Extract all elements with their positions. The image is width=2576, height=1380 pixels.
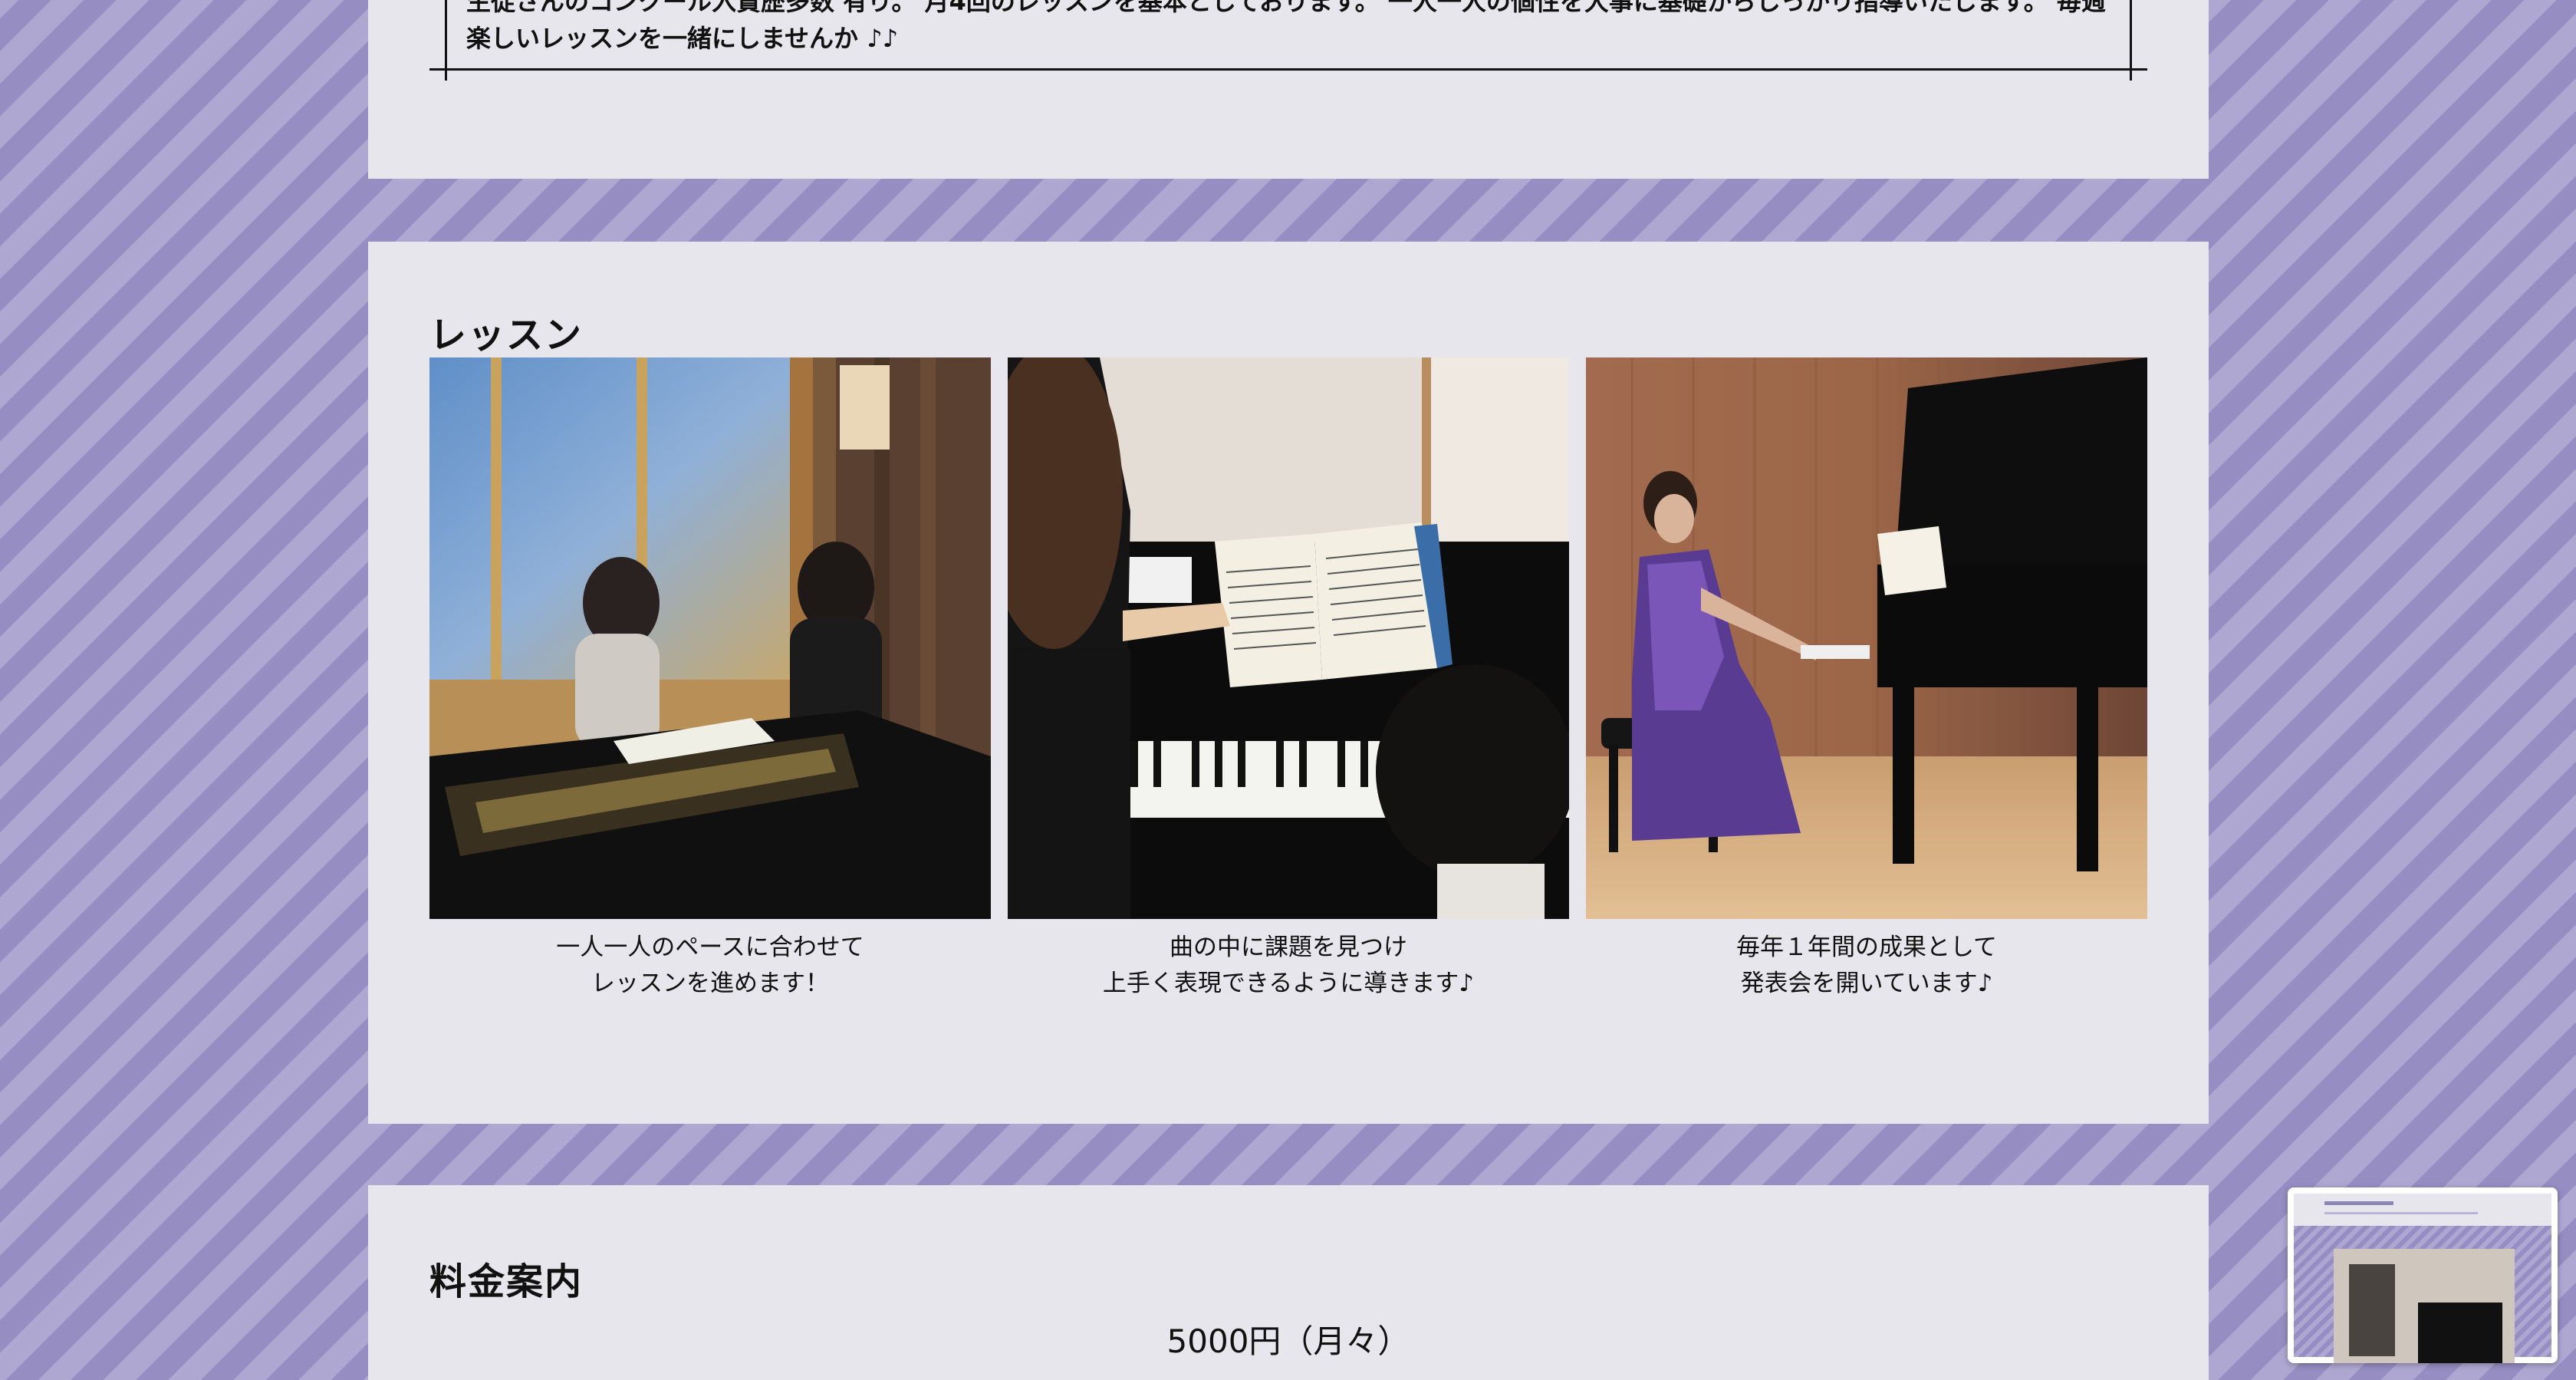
lesson-caption: 毎年１年間の成果として 発表会を開いています♪ [1586, 930, 2147, 1002]
intro-line-2: 楽しいレッスンを一緒にしませんか ♪♪ [466, 24, 899, 53]
caption-line-1: 曲の中に課題を見つけ [1170, 934, 1407, 961]
caption-line-1: 毎年１年間の成果として [1735, 934, 1998, 961]
price-section: 料金案内 5000円（月々） [368, 1185, 2209, 1380]
lesson-title: レッスン [429, 314, 584, 357]
intro-box-right-rule [2130, 0, 2132, 81]
thumbnail-figure [2349, 1264, 2395, 1356]
recital-photo [1586, 357, 2147, 919]
piano-lesson-photo [429, 357, 991, 919]
thumbnail-title-bar [2324, 1201, 2393, 1205]
lesson-card: 一人一人のペースに合わせて レッスンを進めます！ [429, 357, 991, 1002]
monthly-fee: 5000円（月々） [1166, 1322, 1410, 1360]
caption-line-2: レッスンを進めます！ [591, 970, 829, 997]
caption-line-2: 発表会を開いています♪ [1740, 970, 1993, 997]
lesson-card: 毎年１年間の成果として 発表会を開いています♪ [1586, 357, 2147, 1002]
intro-message: 生徒さんのコンクール入賞歴多数 有り。 月4回のレッスンを基本としております。 … [466, 0, 2115, 57]
caption-line-1: 一人一人のペースに合わせて [556, 934, 864, 961]
page-preview-thumbnail[interactable] [2288, 1187, 2558, 1363]
intro-box-left-rule [445, 0, 447, 81]
thumbnail-photo [2334, 1249, 2515, 1363]
thumbnail-content [2294, 1194, 2551, 1363]
lesson-caption: 曲の中に課題を見つけ 上手く表現できるように導きます♪ [1008, 930, 1569, 1002]
price-title: 料金案内 [429, 1260, 584, 1303]
thumbnail-nav-bar [2324, 1212, 2478, 1214]
lesson-caption: 一人一人のペースに合わせて レッスンを進めます！ [429, 930, 991, 1002]
caption-line-2: 上手く表現できるように導きます♪ [1102, 970, 1475, 997]
lesson-section: レッスン 一人一人のペースに合わせて レッスンを進めます！ 曲の中に課題を見つけ… [368, 242, 2209, 1124]
intro-section: 生徒さんのコンクール入賞歴多数 有り。 月4回のレッスンを基本としております。 … [368, 0, 2209, 179]
thumbnail-piano [2418, 1303, 2502, 1363]
intro-message-box: 生徒さんのコンクール入賞歴多数 有り。 月4回のレッスンを基本としております。 … [429, 0, 2147, 81]
lesson-card: 曲の中に課題を見つけ 上手く表現できるように導きます♪ [1008, 357, 1569, 1002]
sheet-music-photo [1008, 357, 1569, 919]
thumbnail-header [2294, 1194, 2551, 1226]
intro-line-1: 生徒さんのコンクール入賞歴多数 有り。 月4回のレッスンを基本としております。 … [466, 0, 2106, 16]
